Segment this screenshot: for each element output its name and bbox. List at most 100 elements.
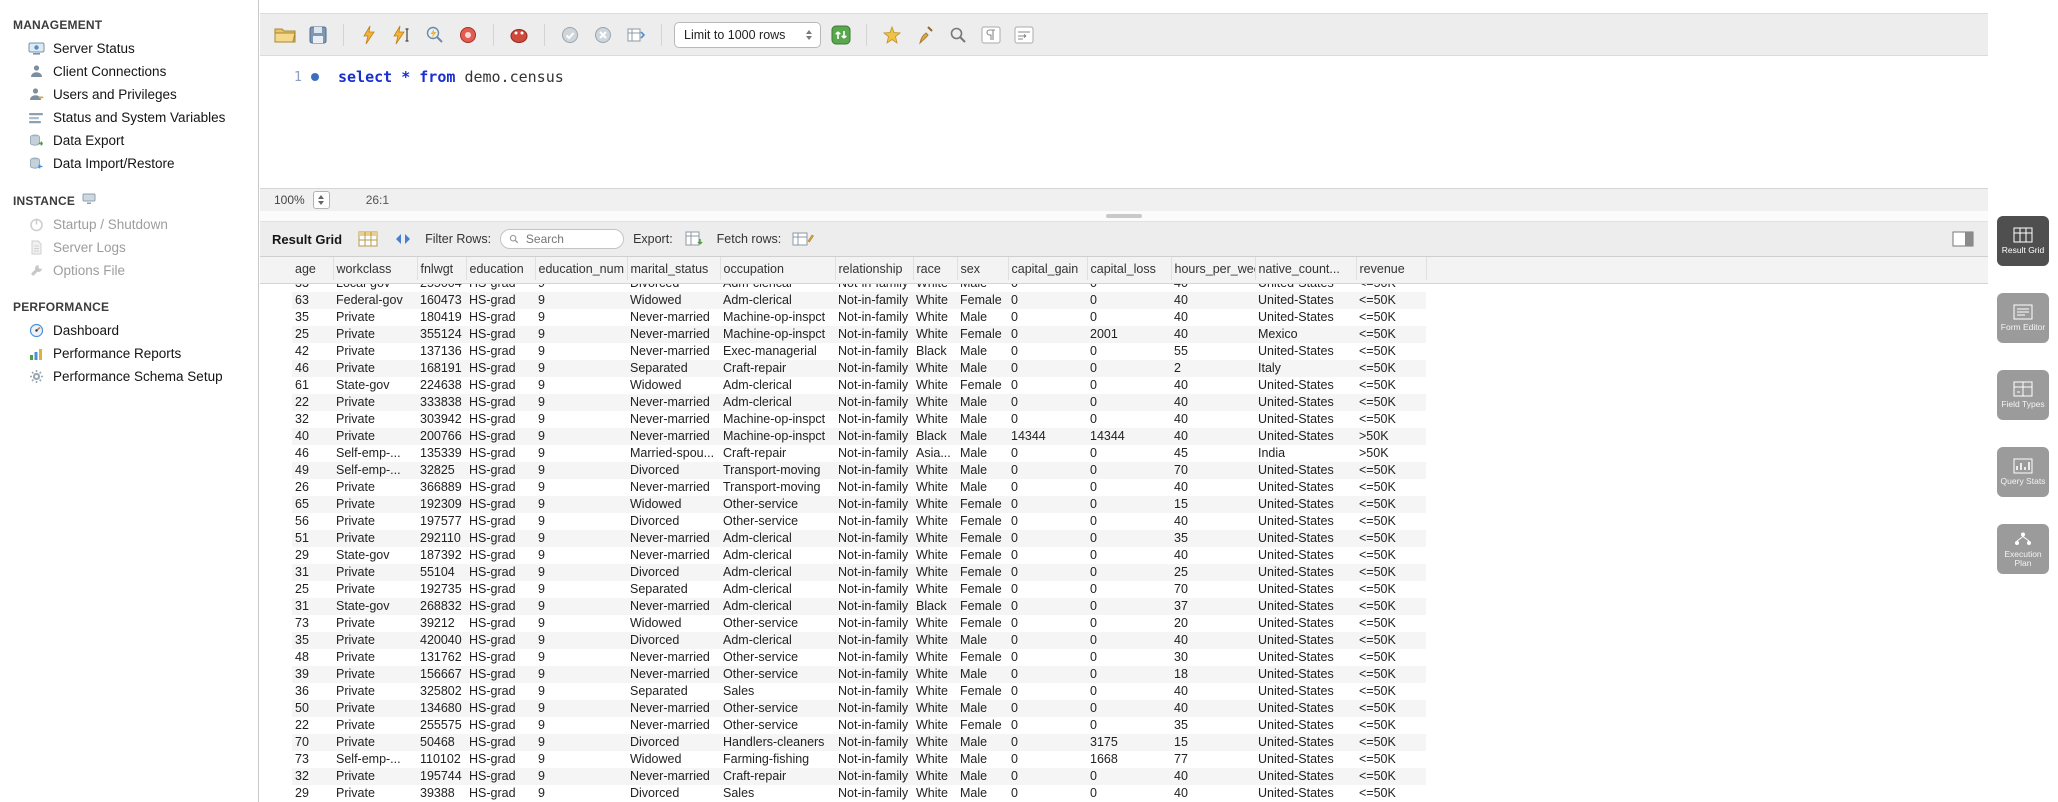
query-stats-view-button[interactable]: Query Stats: [1997, 447, 2049, 497]
cell[interactable]: Other-service: [720, 717, 835, 734]
cell[interactable]: White: [913, 734, 957, 751]
cell[interactable]: Local-gov: [333, 284, 417, 292]
cell[interactable]: Machine-op-inspct: [720, 411, 835, 428]
cell[interactable]: Machine-op-inspct: [720, 326, 835, 343]
cell[interactable]: Male: [957, 666, 1008, 683]
cell[interactable]: Male: [957, 462, 1008, 479]
cell[interactable]: Not-in-family: [835, 615, 913, 632]
cell[interactable]: 0: [1087, 700, 1171, 717]
export-button[interactable]: [682, 226, 708, 252]
cell[interactable]: 40: [292, 428, 333, 445]
cell[interactable]: <=50K: [1356, 496, 1426, 513]
table-row[interactable]: 40 Private 200766 HS-grad 9 Never-married Mach…: [292, 428, 1426, 445]
cell[interactable]: 61: [292, 377, 333, 394]
column-header-education[interactable]: education: [466, 257, 536, 280]
cell[interactable]: <=50K: [1356, 326, 1426, 343]
cell[interactable]: Other-service: [720, 700, 835, 717]
cell[interactable]: Never-married: [627, 326, 720, 343]
cell[interactable]: Not-in-family: [835, 284, 913, 292]
cell[interactable]: 333838: [417, 394, 466, 411]
cell[interactable]: 35: [1171, 530, 1255, 547]
cell[interactable]: Black: [913, 343, 957, 360]
cell[interactable]: 0: [1087, 377, 1171, 394]
cell[interactable]: Never-married: [627, 649, 720, 666]
cell[interactable]: 0: [1087, 394, 1171, 411]
cell[interactable]: 9: [535, 292, 627, 309]
cell[interactable]: 0: [1008, 411, 1087, 428]
cell[interactable]: Never-married: [627, 394, 720, 411]
cell[interactable]: 77: [1171, 751, 1255, 768]
cell[interactable]: 55: [1171, 343, 1255, 360]
cell[interactable]: Female: [957, 496, 1008, 513]
cell[interactable]: 2001: [1087, 326, 1171, 343]
cell[interactable]: 29: [292, 785, 333, 802]
cell[interactable]: 0: [1008, 734, 1087, 751]
cell[interactable]: Never-married: [627, 411, 720, 428]
sql-code-area[interactable]: 1 select * from demo.census: [260, 66, 1988, 188]
cell[interactable]: 35: [292, 632, 333, 649]
table-row[interactable]: 35 Private 420040 HS-grad 9 Divorced Adm-cleri…: [292, 632, 1426, 649]
cell[interactable]: <=50K: [1356, 530, 1426, 547]
cell[interactable]: 1668: [1087, 751, 1171, 768]
cell[interactable]: Adm-clerical: [720, 530, 835, 547]
cell[interactable]: HS-grad: [466, 479, 535, 496]
cell[interactable]: Private: [333, 768, 417, 785]
cell[interactable]: Asia...: [913, 445, 957, 462]
cell[interactable]: Never-married: [627, 343, 720, 360]
cell[interactable]: 0: [1087, 309, 1171, 326]
cell[interactable]: Not-in-family: [835, 768, 913, 785]
table-row[interactable]: 25 Private 192735 HS-grad 9 Separated Adm-cler…: [292, 581, 1426, 598]
result-grid-view-button[interactable]: Result Grid: [1997, 216, 2049, 266]
cell[interactable]: 0: [1087, 343, 1171, 360]
cell[interactable]: <=50K: [1356, 785, 1426, 802]
cell[interactable]: White: [913, 284, 957, 292]
form-editor-view-button[interactable]: Form Editor: [1997, 293, 2049, 343]
column-header-occupation[interactable]: occupation: [720, 257, 836, 280]
cell[interactable]: HS-grad: [466, 394, 535, 411]
cell[interactable]: Female: [957, 292, 1008, 309]
cell[interactable]: Adm-clerical: [720, 632, 835, 649]
cell[interactable]: 15: [1171, 734, 1255, 751]
cell[interactable]: 303942: [417, 411, 466, 428]
table-row[interactable]: 25 Private 355124 HS-grad 9 Never-married Mach…: [292, 326, 1426, 343]
cell[interactable]: 46: [292, 360, 333, 377]
cell[interactable]: Divorced: [627, 564, 720, 581]
cell[interactable]: 0: [1008, 360, 1087, 377]
cell[interactable]: <=50K: [1356, 649, 1426, 666]
cell[interactable]: Adm-clerical: [720, 564, 835, 581]
cell[interactable]: 9: [535, 598, 627, 615]
cell[interactable]: 30: [1171, 649, 1255, 666]
cell[interactable]: 0: [1008, 683, 1087, 700]
cell[interactable]: Craft-repair: [720, 360, 835, 377]
cell[interactable]: HS-grad: [466, 700, 535, 717]
cell[interactable]: Never-married: [627, 428, 720, 445]
cell[interactable]: 39212: [417, 615, 466, 632]
cell[interactable]: Not-in-family: [835, 292, 913, 309]
cell[interactable]: Female: [957, 513, 1008, 530]
cell[interactable]: <=50K: [1356, 360, 1426, 377]
cell[interactable]: 0: [1008, 564, 1087, 581]
cell[interactable]: Other-service: [720, 649, 835, 666]
cell[interactable]: Private: [333, 700, 417, 717]
cell[interactable]: 131762: [417, 649, 466, 666]
column-header-capital_gain[interactable]: capital_gain: [1008, 257, 1088, 280]
cell[interactable]: Adm-clerical: [720, 394, 835, 411]
cell[interactable]: Private: [333, 785, 417, 802]
cell[interactable]: HS-grad: [466, 785, 535, 802]
cell[interactable]: 40: [1171, 768, 1255, 785]
cell[interactable]: Not-in-family: [835, 598, 913, 615]
cell[interactable]: 0: [1008, 581, 1087, 598]
cell[interactable]: Male: [957, 768, 1008, 785]
cell[interactable]: Private: [333, 428, 417, 445]
cell[interactable]: 9: [535, 394, 627, 411]
cell[interactable]: Female: [957, 564, 1008, 581]
fetch-rows-button[interactable]: [790, 226, 816, 252]
table-row[interactable]: 26 Private 366889 HS-grad 9 Never-married Tran…: [292, 479, 1426, 496]
cell[interactable]: 0: [1087, 598, 1171, 615]
field-types-view-button[interactable]: Field Types: [1997, 370, 2049, 420]
cell[interactable]: 40: [1171, 284, 1255, 292]
cell[interactable]: United-States: [1255, 428, 1356, 445]
cell[interactable]: Black: [913, 598, 957, 615]
table-row[interactable]: 51 Private 292110 HS-grad 9 Never-married Adm-…: [292, 530, 1426, 547]
cell[interactable]: 51: [292, 530, 333, 547]
